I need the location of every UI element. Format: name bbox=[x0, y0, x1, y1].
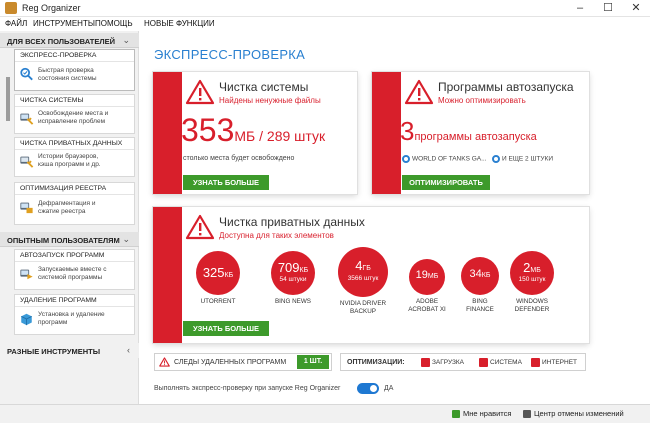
autorun-card: Программы автозапуска Можно оптимизирова… bbox=[372, 72, 589, 194]
learn-more-button[interactable]: УЗНАТЬ БОЛЬШЕ bbox=[183, 321, 269, 336]
power-icon bbox=[479, 358, 488, 367]
menu-help[interactable]: ПОМОЩЬ bbox=[95, 19, 133, 28]
history-icon bbox=[523, 410, 531, 419]
sidebar-group-misc-tools[interactable]: РАЗНЫЕ ИНСТРУМЕНТЫ ‹ bbox=[0, 343, 139, 358]
private-item-label: BING NEWS bbox=[274, 298, 312, 305]
gear-icon bbox=[402, 155, 410, 163]
private-item-circle: 34КБ bbox=[461, 257, 499, 295]
privacy-broom-icon bbox=[20, 156, 34, 168]
traces-box: СЛЕДЫ УДАЛЕННЫХ ПРОГРАММ 1 ШТ. bbox=[154, 353, 332, 371]
warning-icon bbox=[159, 357, 170, 367]
freed-space-value: 353МБ / 289 штук bbox=[181, 112, 326, 148]
autorun-icon bbox=[20, 269, 33, 280]
learn-more-button[interactable]: УЗНАТЬ БОЛЬШЕ bbox=[183, 175, 269, 190]
optimize-button[interactable]: ОПТИМИЗИРОВАТЬ bbox=[402, 175, 490, 190]
page-title: ЭКСПРЕСС-ПРОВЕРКА bbox=[154, 47, 306, 62]
private-item-label: NVIDIA DRIVER BACKUP bbox=[339, 300, 387, 315]
autorun-item[interactable]: WORLD OF TANKS GA... bbox=[402, 155, 487, 163]
warning-icon bbox=[185, 79, 215, 105]
card-title: Программы автозапуска bbox=[438, 80, 574, 94]
sidebar: ДЛЯ ВСЕХ ПОЛЬЗОВАТЕЛЕЙ ⌄ ЭКСПРЕСС-ПРОВЕР… bbox=[0, 31, 139, 404]
sidebar-item-desc: Освобождение места и исправление проблем bbox=[38, 110, 109, 125]
sidebar-group-advanced-users[interactable]: ОПЫТНЫМ ПОЛЬЗОВАТЕЛЯМ ⌄ bbox=[0, 232, 139, 247]
status-bar: Мне нравится Центр отмены изменений bbox=[0, 404, 650, 423]
sidebar-item-uninstall[interactable]: УДАЛЕНИЕ ПРОГРАММ Установка и удаление пр… bbox=[14, 294, 135, 335]
sidebar-item-express-check[interactable]: ЭКСПРЕСС-ПРОВЕРКА Быстрая проверка состоя… bbox=[14, 49, 135, 91]
like-button[interactable]: Мне нравится bbox=[452, 409, 511, 419]
card-subtitle: Найдены ненужные файлы bbox=[219, 96, 321, 105]
registry-icon bbox=[20, 202, 33, 214]
chevron-left-icon: ‹ bbox=[127, 345, 130, 355]
title-bar: Reg Organizer – ☐ ✕ bbox=[0, 0, 650, 17]
uninstall-box-icon bbox=[21, 313, 32, 326]
freed-space-desc: столько места будет освобождено bbox=[183, 155, 295, 162]
private-data-card: Чистка приватных данных Доступна для так… bbox=[153, 207, 589, 343]
sidebar-item-desc: Запускаемые вместе с системой программы bbox=[38, 266, 107, 281]
private-item-label: ADOBE ACROBAT XI bbox=[408, 298, 446, 313]
optimization-label: ОПТИМИЗАЦИИ: bbox=[347, 359, 405, 366]
optimization-box: ОПТИМИЗАЦИИ: ЗАГРУЗКА СИСТЕМА ИНТЕРНЕТ bbox=[340, 353, 586, 371]
private-item-label: BING FINANCE bbox=[466, 298, 494, 313]
express-check-on-start-label: Выполнять экспресс-проверку при запуске … bbox=[154, 385, 341, 392]
optimization-system[interactable]: СИСТЕМА bbox=[479, 358, 522, 367]
magnifier-check-icon bbox=[20, 67, 33, 81]
window-title: Reg Organizer bbox=[22, 3, 81, 13]
power-icon bbox=[531, 358, 540, 367]
app-logo-icon bbox=[5, 2, 17, 14]
thumbs-up-icon bbox=[452, 410, 460, 419]
optimization-boot[interactable]: ЗАГРУЗКА bbox=[421, 358, 464, 367]
traces-label: СЛЕДЫ УДАЛЕННЫХ ПРОГРАММ bbox=[174, 359, 287, 366]
toggle-state-label: ДА bbox=[384, 385, 394, 392]
chevron-down-icon: ⌄ bbox=[122, 234, 130, 244]
warning-icon bbox=[185, 214, 215, 240]
active-indicator bbox=[6, 77, 10, 121]
gear-icon bbox=[492, 155, 500, 163]
traces-count-button[interactable]: 1 ШТ. bbox=[297, 355, 329, 369]
sidebar-item-autorun[interactable]: АВТОЗАПУСК ПРОГРАММ Запускаемые вместе с… bbox=[14, 249, 135, 290]
private-item-circle: 4ГБ 3566 штук bbox=[338, 247, 388, 297]
private-item-label: WINDOWS DEFENDER bbox=[514, 298, 550, 313]
card-title: Чистка системы bbox=[219, 80, 309, 94]
main-content: ЭКСПРЕСС-ПРОВЕРКА Чистка системы Найдены… bbox=[140, 31, 650, 404]
power-icon bbox=[421, 358, 430, 367]
menu-bar: ФАЙЛ ИНСТРУМЕНТЫ ПОМОЩЬ НОВЫЕ ФУНКЦИИ bbox=[0, 17, 650, 31]
undo-center-button[interactable]: Центр отмены изменений bbox=[523, 409, 624, 419]
card-title: Чистка приватных данных bbox=[219, 215, 365, 229]
card-subtitle: Доступна для таких элементов bbox=[219, 231, 334, 240]
menu-tools[interactable]: ИНСТРУМЕНТЫ bbox=[33, 19, 95, 28]
chevron-down-icon: ⌄ bbox=[122, 35, 130, 45]
private-item-label: UTORRENT bbox=[200, 298, 236, 305]
private-item-circle: 19МБ bbox=[409, 259, 445, 295]
card-subtitle: Можно оптимизировать bbox=[438, 96, 526, 105]
maximize-button[interactable]: ☐ bbox=[594, 0, 622, 17]
close-button[interactable]: ✕ bbox=[622, 0, 650, 17]
private-item-circle: 325КБ bbox=[196, 251, 240, 295]
menu-file[interactable]: ФАЙЛ bbox=[5, 19, 27, 28]
system-cleanup-card: Чистка системы Найдены ненужные файлы 35… bbox=[153, 72, 357, 194]
minimize-button[interactable]: – bbox=[566, 0, 594, 17]
menu-new-features[interactable]: НОВЫЕ ФУНКЦИИ bbox=[144, 19, 215, 28]
private-item-circle: 2МБ 150 штук bbox=[510, 251, 554, 295]
autorun-count: 3программы автозапуска bbox=[400, 116, 537, 146]
private-item-circle: 709КБ 54 штуки bbox=[271, 251, 315, 295]
sidebar-item-private-cleanup[interactable]: ЧИСТКА ПРИВАТНЫХ ДАННЫХ Истории браузеро… bbox=[14, 137, 135, 177]
warning-icon bbox=[404, 79, 434, 105]
sidebar-item-desc: Установка и удаление программ bbox=[38, 311, 105, 326]
sidebar-item-registry-optimize[interactable]: ОПТИМИЗАЦИЯ РЕЕСТРА Дефрагментация и сжат… bbox=[14, 182, 135, 225]
sidebar-item-system-cleanup[interactable]: ЧИСТКА СИСТЕМЫ Освобождение места и испра… bbox=[14, 94, 135, 134]
express-check-toggle[interactable] bbox=[357, 383, 379, 394]
sidebar-item-desc: Дефрагментация и сжатие реестра bbox=[38, 200, 96, 215]
autorun-more[interactable]: И ЕЩЕ 2 ШТУКИ bbox=[492, 155, 553, 163]
broom-icon bbox=[20, 113, 34, 125]
optimization-internet[interactable]: ИНТЕРНЕТ bbox=[531, 358, 577, 367]
sidebar-item-desc: Истории браузеров, кэша программ и др. bbox=[38, 153, 101, 168]
sidebar-group-all-users[interactable]: ДЛЯ ВСЕХ ПОЛЬЗОВАТЕЛЕЙ ⌄ bbox=[0, 33, 139, 48]
sidebar-item-desc: Быстрая проверка состояния системы bbox=[38, 67, 97, 82]
